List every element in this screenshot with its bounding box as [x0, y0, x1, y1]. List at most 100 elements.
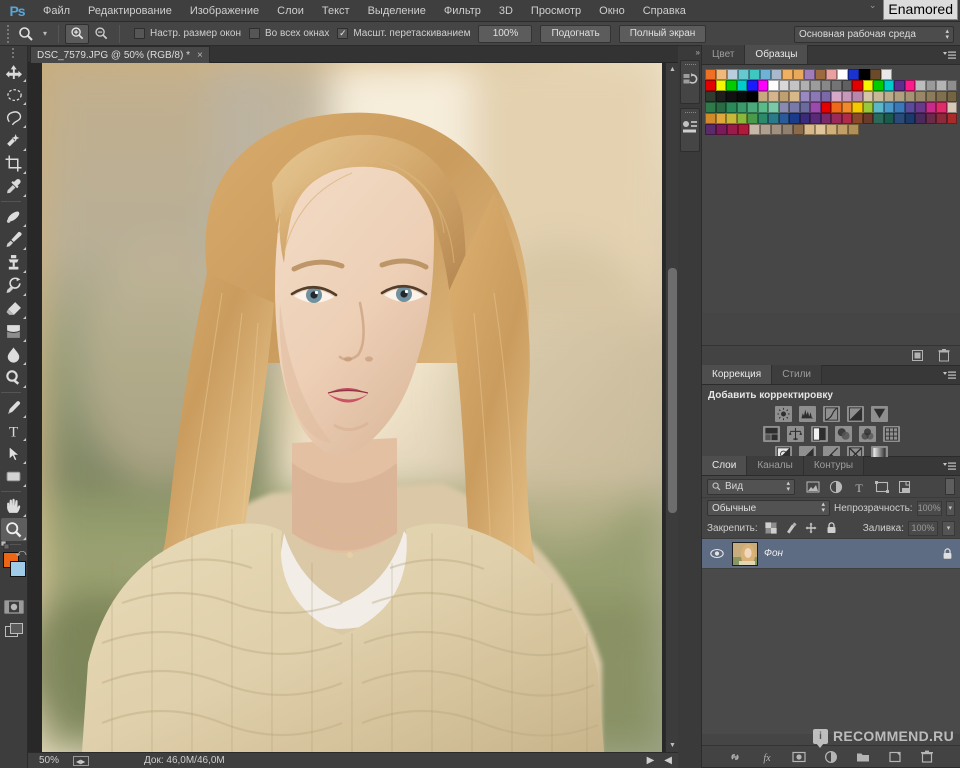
shape-filter-icon[interactable] — [875, 480, 889, 494]
color-swatch[interactable] — [925, 102, 936, 113]
fill-chevron-down-icon[interactable]: ▾ — [942, 520, 955, 536]
color-swatch[interactable] — [736, 113, 747, 124]
color-swatch[interactable] — [883, 80, 894, 91]
dodge-tool[interactable] — [1, 366, 27, 389]
layer-fx-icon[interactable]: fx — [760, 750, 774, 764]
workspace-selector[interactable]: Основная рабочая среда ▴ ▾ — [794, 26, 954, 43]
color-swatch[interactable] — [852, 113, 863, 124]
status-play-icon[interactable]: ▶ — [647, 755, 655, 766]
color-swatch[interactable] — [820, 102, 831, 113]
hand-tool[interactable] — [1, 495, 27, 518]
color-swatch[interactable] — [831, 80, 842, 91]
blur-tool[interactable] — [1, 343, 27, 366]
brush-tool[interactable] — [1, 228, 27, 251]
color-swatch[interactable] — [831, 113, 842, 124]
lock-image-pixels-icon[interactable] — [785, 522, 798, 535]
menu-item-текст[interactable]: Текст — [313, 0, 359, 22]
tab-каналы[interactable]: Каналы — [747, 456, 804, 475]
color-swatch[interactable] — [873, 80, 884, 91]
properties-panel-collapsed[interactable] — [680, 108, 700, 152]
smart-object-filter-icon[interactable] — [898, 480, 912, 494]
color-swatch[interactable] — [904, 113, 915, 124]
color-swatch[interactable] — [915, 80, 926, 91]
levels-icon[interactable] — [798, 406, 816, 422]
tab-образцы[interactable]: Образцы — [745, 45, 809, 64]
color-swatch[interactable] — [768, 102, 779, 113]
option-checkbox-group-0[interactable]: Настр. размер окон — [134, 28, 241, 39]
path-selection-tool[interactable] — [1, 442, 27, 465]
menu-item-файл[interactable]: Файл — [34, 0, 79, 22]
eyedropper-tool[interactable] — [1, 175, 27, 198]
delete-swatch-icon[interactable] — [938, 349, 950, 362]
new-adjustment-icon[interactable] — [824, 750, 838, 764]
color-swatch[interactable] — [915, 113, 926, 124]
color-swatch[interactable] — [936, 91, 947, 102]
color-swatch[interactable] — [747, 91, 758, 102]
expand-panels-icon[interactable]: » — [696, 48, 701, 57]
swatches-grid[interactable] — [702, 65, 960, 313]
color-swatch[interactable] — [804, 69, 815, 80]
color-swatch[interactable] — [705, 124, 716, 135]
color-swatch[interactable] — [936, 113, 947, 124]
color-swatch[interactable] — [946, 91, 957, 102]
color-swatch[interactable] — [826, 69, 837, 80]
color-swatch[interactable] — [894, 102, 905, 113]
color-swatch[interactable] — [831, 91, 842, 102]
color-swatch[interactable] — [782, 69, 793, 80]
color-swatch[interactable] — [810, 113, 821, 124]
color-swatch[interactable] — [799, 91, 810, 102]
checkbox-unchecked-icon[interactable] — [249, 28, 260, 39]
menu-item-фильтр[interactable]: Фильтр — [435, 0, 490, 22]
color-swatch[interactable] — [873, 102, 884, 113]
move-tool[interactable] — [1, 60, 27, 83]
color-swatch[interactable] — [820, 113, 831, 124]
color-swatch[interactable] — [705, 80, 716, 91]
color-balance-icon[interactable] — [786, 426, 804, 442]
color-swatch[interactable] — [837, 69, 848, 80]
color-swatch[interactable] — [881, 69, 892, 80]
color-swatch[interactable] — [820, 80, 831, 91]
color-swatch[interactable] — [946, 113, 957, 124]
color-swatch[interactable] — [883, 113, 894, 124]
color-swatch[interactable] — [727, 69, 738, 80]
color-swatch[interactable] — [705, 91, 716, 102]
color-swatch[interactable] — [852, 80, 863, 91]
tools-panel-grip[interactable] — [9, 48, 19, 58]
scrollbar-thumb[interactable] — [668, 268, 677, 513]
color-swatch[interactable] — [894, 113, 905, 124]
canvas-vertical-scrollbar[interactable]: ▲ ▼ — [665, 63, 678, 752]
color-swatch[interactable] — [778, 80, 789, 91]
color-swatch[interactable] — [793, 124, 804, 135]
properties-icon[interactable] — [681, 116, 699, 138]
color-swatch[interactable] — [883, 102, 894, 113]
color-swatch[interactable] — [778, 91, 789, 102]
scroll-down-icon[interactable]: ▼ — [666, 739, 678, 752]
color-swatch[interactable] — [760, 124, 771, 135]
vibrance-icon[interactable] — [870, 406, 888, 422]
color-swatch[interactable] — [852, 91, 863, 102]
color-swatch[interactable] — [815, 69, 826, 80]
menu-item-редактирование[interactable]: Редактирование — [79, 0, 181, 22]
zoom-in-button[interactable] — [65, 23, 89, 44]
color-swatch[interactable] — [894, 80, 905, 91]
color-swatch[interactable] — [925, 80, 936, 91]
color-swatch[interactable] — [904, 80, 915, 91]
channel-mixer-icon[interactable] — [858, 426, 876, 442]
eraser-tool[interactable] — [1, 297, 27, 320]
color-swatch[interactable] — [873, 91, 884, 102]
status-left-icon[interactable]: ◀ — [664, 755, 672, 766]
color-swatch[interactable] — [757, 113, 768, 124]
option-button-2[interactable]: Полный экран — [618, 24, 707, 43]
zoom-tool-icon[interactable] — [14, 24, 38, 44]
layers-panel-menu-icon[interactable] — [943, 461, 956, 472]
gradient-tool[interactable] — [1, 320, 27, 343]
color-swatch[interactable] — [736, 102, 747, 113]
color-swatch[interactable] — [831, 102, 842, 113]
rectangle-shape-tool[interactable] — [1, 465, 27, 488]
color-swatch[interactable] — [726, 113, 737, 124]
color-swatch[interactable] — [789, 91, 800, 102]
layer-row[interactable]: Фон — [702, 539, 960, 569]
color-swatch[interactable] — [810, 80, 821, 91]
healing-brush-tool[interactable] — [1, 205, 27, 228]
color-swatch[interactable] — [705, 113, 716, 124]
